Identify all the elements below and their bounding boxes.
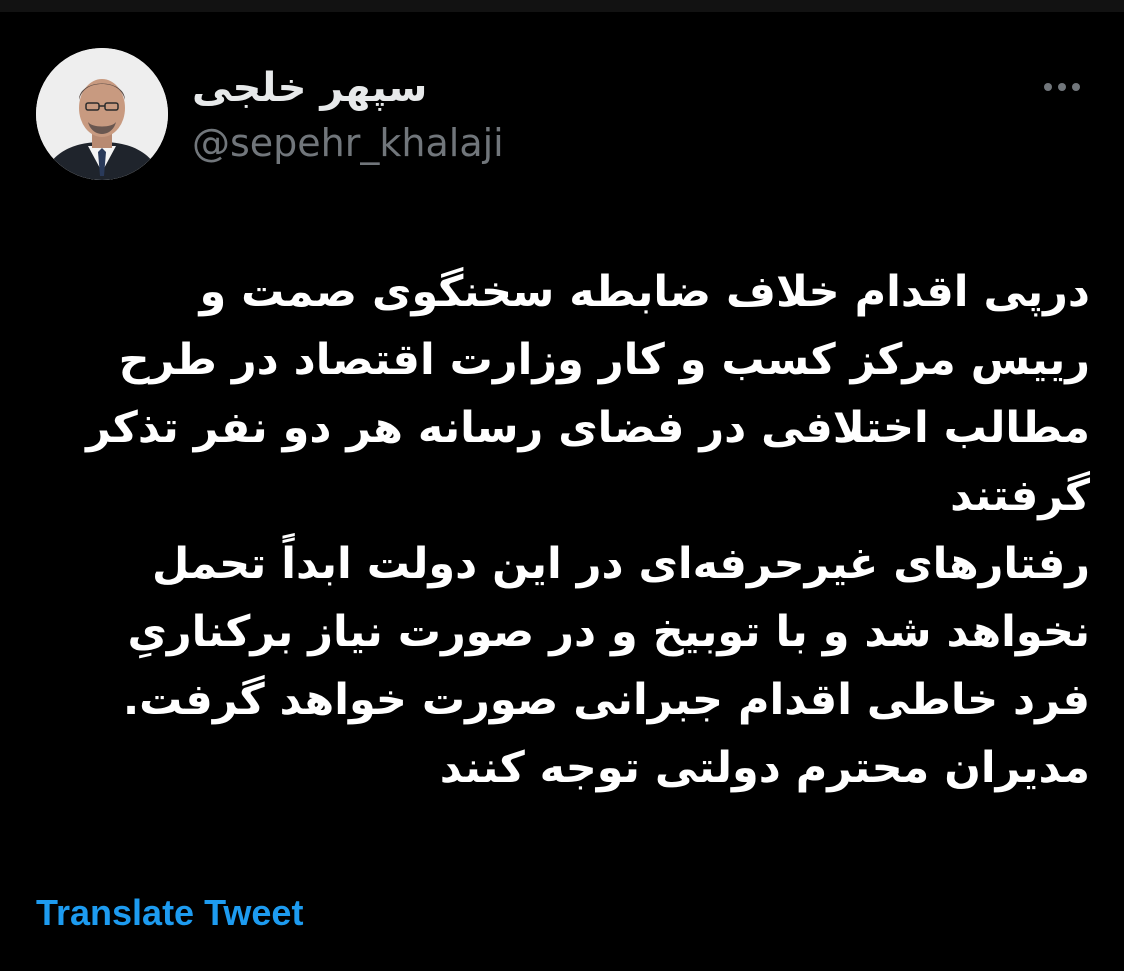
avatar[interactable]: [36, 48, 168, 180]
tweet-line: مطالب اختلافی در فضای رسانه هر دو نفر تذ…: [86, 403, 1090, 453]
tweet-line: رییس مرکز کسب و کار وزارت اقتصاد در طرح: [118, 335, 1090, 385]
tweet-line: رفتارهای غیرحرفه‌ای در این دولت ابداً تح…: [151, 539, 1090, 589]
more-dots-icon: [1072, 83, 1080, 91]
author-handle[interactable]: @sepehr_khalaji: [192, 118, 504, 168]
author-display-name[interactable]: سپهر خلجی: [192, 62, 427, 114]
tweet-line: نخواهد شد و با توبیخ و در صورت نیاز برکن…: [127, 607, 1090, 657]
translate-tweet-link[interactable]: Translate Tweet: [36, 888, 303, 938]
more-options-button[interactable]: [1036, 72, 1088, 102]
more-dots-icon: [1058, 83, 1066, 91]
tweet-line: مدیران محترم دولتی توجه کنند: [439, 743, 1090, 793]
more-dots-icon: [1044, 83, 1052, 91]
tweet-line: فرد خاطی اقدام جبرانی صورت خواهد گرفت.: [122, 675, 1090, 725]
status-strip: [0, 0, 1124, 12]
tweet-line: درپی اقدام خلاف ضابطه سخنگوی صمت و: [199, 267, 1090, 317]
profile-photo-icon: [36, 48, 168, 180]
tweet-line: گرفتند: [950, 471, 1090, 521]
tweet-text: درپی اقدام خلاف ضابطه سخنگوی صمت و رییس …: [40, 258, 1090, 802]
